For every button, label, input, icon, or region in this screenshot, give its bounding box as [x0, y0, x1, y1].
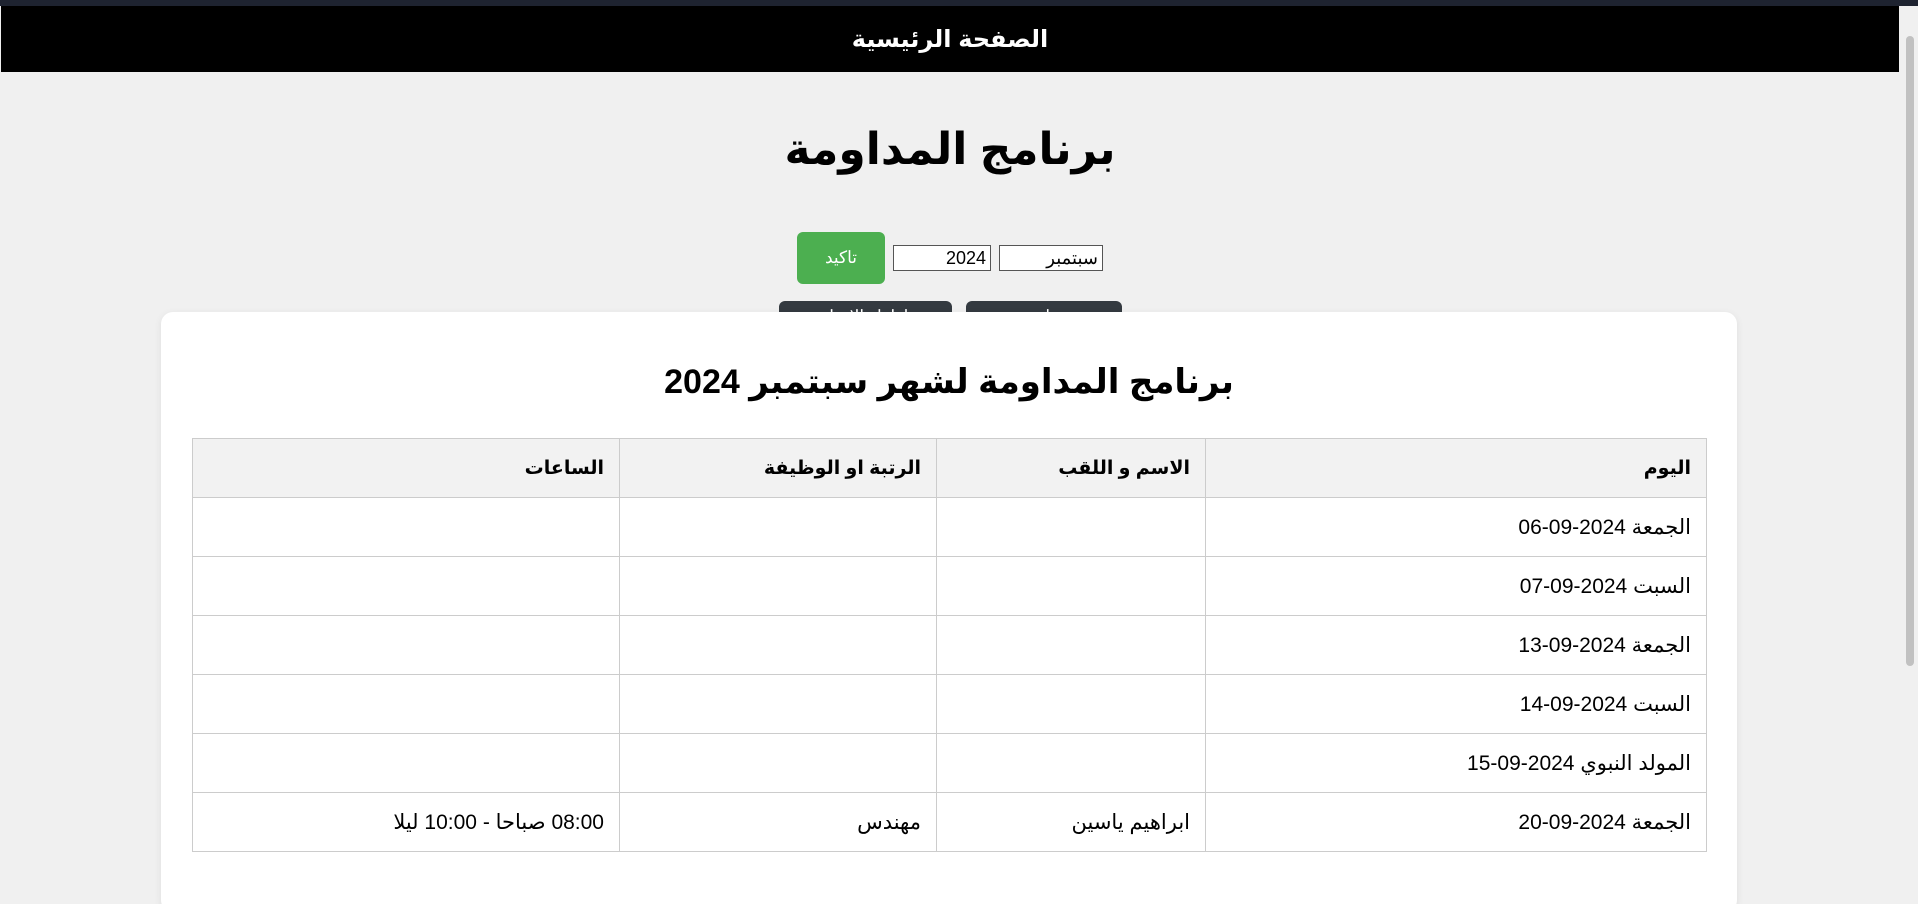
header-day: اليوم [1205, 438, 1707, 498]
cell-hours [192, 497, 620, 557]
page-title: برنامج المداومة [784, 125, 1116, 174]
cell-rank [619, 674, 937, 734]
cell-name [936, 674, 1206, 734]
schedule-title: برنامج المداومة لشهر سبتمبر 2024 [664, 363, 1234, 401]
cell-day: الجمعة 2024-09-20 [1205, 792, 1707, 852]
cell-rank: مهندس [619, 792, 937, 852]
cell-rank [619, 615, 937, 675]
month-select[interactable] [999, 245, 1103, 271]
cell-day: السبت 2024-09-14 [1205, 674, 1707, 734]
table-row: السبت 2024-09-07 [192, 556, 1707, 616]
header-hours: الساعات [192, 438, 620, 498]
table-row: الجمعة 2024-09-13 [192, 615, 1707, 675]
cell-hours [192, 556, 620, 616]
cell-hours [192, 615, 620, 675]
cell-rank [619, 556, 937, 616]
cell-day: الجمعة 2024-09-06 [1205, 497, 1707, 557]
cell-name [936, 556, 1206, 616]
confirm-button[interactable]: تاكيد [797, 232, 885, 284]
cell-name [936, 733, 1206, 793]
schedule-table: اليوم الاسم و اللقب الرتبة او الوظيفة ال… [192, 438, 1707, 852]
month-year-form: تاكيد [0, 232, 1900, 284]
cell-name [936, 497, 1206, 557]
cell-hours: 08:00 صباحا - 10:00 ليلا [192, 792, 620, 852]
header-rank: الرتبة او الوظيفة [619, 438, 937, 498]
cell-rank [619, 733, 937, 793]
cell-hours [192, 733, 620, 793]
table-header-row: اليوم الاسم و اللقب الرتبة او الوظيفة ال… [192, 438, 1707, 498]
browser-viewport: الصفحة الرئيسية برنامج المداومة تاكيد مد… [0, 0, 1918, 904]
cell-rank [619, 497, 937, 557]
cell-day: الجمعة 2024-09-13 [1205, 615, 1707, 675]
table-row: السبت 2024-09-14 [192, 674, 1707, 734]
table-row: الجمعة 2024-09-20 ابراهيم ياسين مهندس 08… [192, 792, 1707, 852]
cell-hours [192, 674, 620, 734]
table-row: المولد النبوي 2024-09-15 [192, 733, 1707, 793]
cell-name: ابراهيم ياسين [936, 792, 1206, 852]
cell-name [936, 615, 1206, 675]
navbar: الصفحة الرئيسية [1, 6, 1899, 72]
home-link[interactable]: الصفحة الرئيسية [852, 25, 1048, 54]
schedule-card: برنامج المداومة لشهر سبتمبر 2024 اليوم ا… [161, 312, 1737, 904]
cell-day: المولد النبوي 2024-09-15 [1205, 733, 1707, 793]
cell-day: السبت 2024-09-07 [1205, 556, 1707, 616]
header-name: الاسم و اللقب [936, 438, 1206, 498]
table-row: الجمعة 2024-09-06 [192, 497, 1707, 557]
scrollbar-thumb[interactable] [1906, 36, 1914, 666]
scrollbar[interactable] [1900, 6, 1918, 904]
year-input[interactable] [893, 245, 991, 271]
